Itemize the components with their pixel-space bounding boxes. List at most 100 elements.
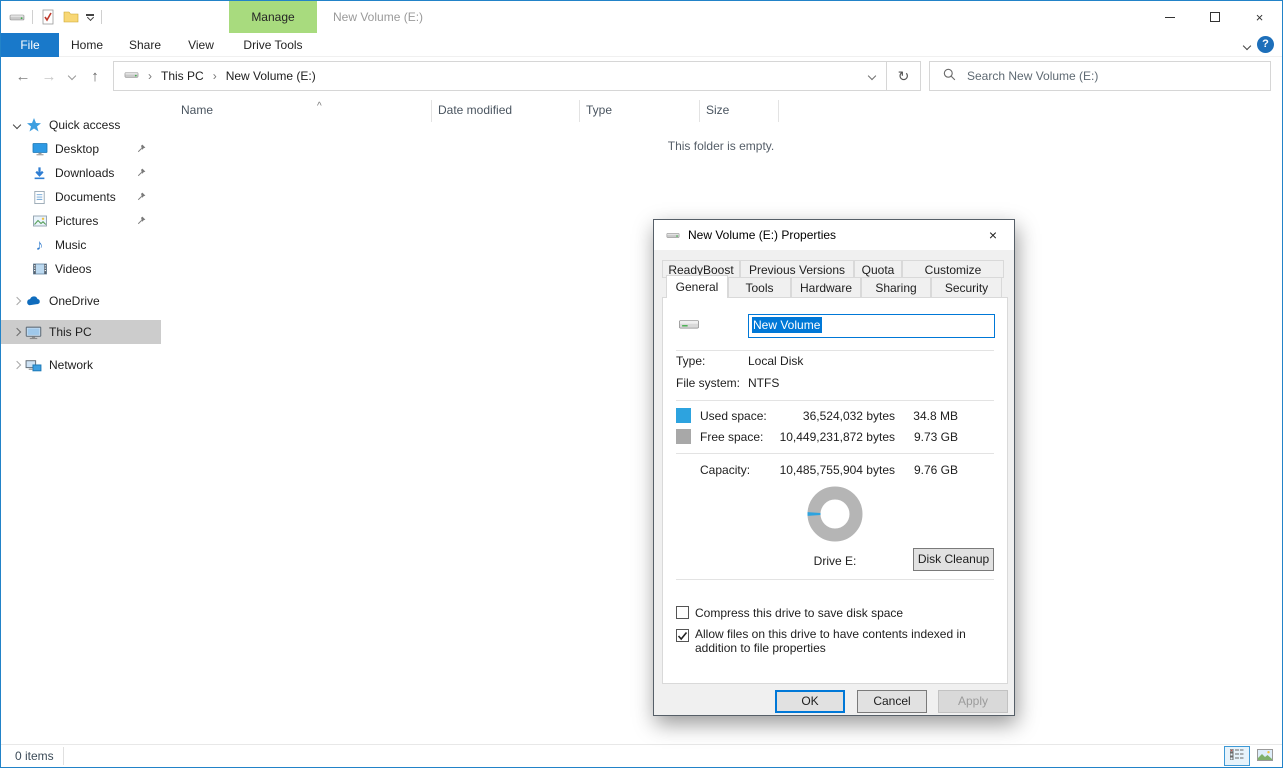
dialog-tab-customize[interactable]: Customize (902, 260, 1004, 278)
tab-home[interactable]: Home (59, 33, 115, 57)
chevron-down-icon[interactable] (9, 122, 25, 128)
expand-ribbon-chevron-icon[interactable] (1244, 38, 1250, 52)
close-button[interactable]: × (1237, 1, 1282, 33)
separator (63, 747, 64, 765)
status-bar: 0 items (1, 744, 1282, 767)
search-input[interactable] (967, 69, 1270, 83)
properties-check-icon[interactable] (40, 9, 56, 25)
dialog-tab-previous-versions[interactable]: Previous Versions (740, 260, 854, 278)
column-label: Type (586, 103, 612, 117)
quick-access-toolbar (9, 1, 102, 33)
sidebar-item-label: OneDrive (49, 294, 100, 308)
column-header-type[interactable]: Type (586, 103, 612, 117)
pin-icon (136, 190, 148, 205)
new-folder-icon[interactable] (63, 9, 79, 25)
divider (676, 453, 994, 454)
film-icon (31, 261, 48, 278)
dialog-tab-quota[interactable]: Quota (854, 260, 902, 278)
tab-file[interactable]: File (1, 33, 59, 57)
maximize-icon (1210, 12, 1220, 22)
breadcrumb-item-this-pc[interactable]: This PC (161, 69, 204, 83)
index-contents-checkbox[interactable] (676, 629, 689, 642)
dialog-tab-tools[interactable]: Tools (728, 277, 791, 297)
sidebar-item-music[interactable]: ♪ Music (1, 233, 161, 257)
tab-drive-tools[interactable]: Drive Tools (229, 33, 317, 57)
tab-share[interactable]: Share (117, 33, 173, 57)
column-label: Size (706, 103, 729, 117)
breadcrumb-separator: › (213, 69, 217, 83)
used-space-bytes: 36,524,032 bytes (735, 409, 895, 423)
column-header-name[interactable]: ^ Name (181, 103, 213, 117)
search-box (929, 61, 1271, 91)
capacity-size: 9.76 GB (892, 463, 958, 477)
column-separator[interactable] (699, 100, 700, 122)
titlebar: Manage New Volume (E:) × (1, 1, 1282, 33)
details-view-button[interactable] (1224, 746, 1250, 766)
column-separator[interactable] (579, 100, 580, 122)
separator (32, 10, 33, 24)
dialog-tab-hardware[interactable]: Hardware (791, 277, 861, 297)
volume-label-selected-text: New Volume (752, 317, 822, 333)
file-system-value: NTFS (748, 376, 779, 390)
ribbon-tab-row: File Home Share View Drive Tools ? (1, 33, 1282, 57)
refresh-button[interactable]: ↻ (886, 62, 920, 90)
sidebar-item-label: Desktop (55, 142, 99, 156)
navigation-bar: ← → ↑ › This PC › New Volume (E:) ↻ (1, 57, 1282, 95)
sidebar-item-label: This PC (49, 325, 92, 339)
file-system-label: File system: (676, 376, 740, 390)
drive-icon (124, 67, 139, 85)
customize-toolbar-chevron-icon[interactable] (86, 14, 94, 20)
breadcrumb-item-new-volume[interactable]: New Volume (E:) (226, 69, 316, 83)
address-bar[interactable]: › This PC › New Volume (E:) ↻ (113, 61, 921, 91)
address-dropdown-chevron-icon[interactable] (858, 62, 886, 90)
sidebar-item-downloads[interactable]: Downloads (1, 161, 161, 185)
free-space-swatch (676, 429, 691, 444)
divider (676, 350, 994, 351)
sidebar-item-label: Quick access (49, 118, 120, 132)
apply-button: Apply (938, 690, 1008, 713)
breadcrumb: › This PC › New Volume (E:) (114, 67, 858, 85)
quick-access-star-icon (25, 117, 42, 134)
minimize-button[interactable] (1147, 1, 1192, 33)
cancel-button[interactable]: Cancel (857, 690, 927, 713)
sidebar-item-videos[interactable]: Videos (1, 257, 161, 281)
back-button[interactable]: ← (11, 57, 35, 95)
sidebar-item-quick-access[interactable]: Quick access (1, 113, 161, 137)
column-header-date-modified[interactable]: Date modified (438, 103, 512, 117)
dialog-tab-sharing[interactable]: Sharing (861, 277, 931, 297)
column-separator[interactable] (431, 100, 432, 122)
thumbnail-view-button[interactable] (1252, 746, 1278, 766)
free-space-size: 9.73 GB (892, 430, 958, 444)
disk-cleanup-button[interactable]: Disk Cleanup (913, 548, 994, 571)
sidebar-item-label: Documents (55, 190, 116, 204)
chevron-right-icon[interactable] (9, 329, 25, 335)
help-icon[interactable]: ? (1257, 36, 1274, 53)
chevron-right-icon[interactable] (9, 298, 25, 304)
dialog-tab-security[interactable]: Security (931, 277, 1002, 297)
maximize-button[interactable] (1192, 1, 1237, 33)
used-space-swatch (676, 408, 691, 423)
dialog-close-button[interactable]: × (972, 220, 1014, 249)
compress-checkbox[interactable] (676, 606, 689, 619)
sidebar-item-label: Music (55, 238, 86, 252)
pictures-icon (31, 213, 48, 230)
ok-button[interactable]: OK (775, 690, 845, 713)
tab-view[interactable]: View (173, 33, 229, 57)
recent-locations-chevron-icon[interactable] (63, 57, 81, 95)
column-separator[interactable] (778, 100, 779, 122)
computer-icon (25, 324, 42, 341)
sidebar-item-desktop[interactable]: Desktop (1, 137, 161, 161)
sidebar-item-pictures[interactable]: Pictures (1, 209, 161, 233)
contextual-group-manage[interactable]: Manage (229, 1, 317, 33)
sidebar-item-network[interactable]: Network (1, 353, 161, 377)
sidebar-item-this-pc[interactable]: This PC (1, 320, 161, 344)
sidebar-item-documents[interactable]: Documents (1, 185, 161, 209)
sidebar-item-onedrive[interactable]: OneDrive (1, 289, 161, 313)
volume-label-input[interactable]: New Volume (748, 314, 995, 338)
dialog-tab-general[interactable]: General (666, 275, 728, 298)
up-button[interactable]: ↑ (83, 57, 107, 95)
onedrive-cloud-icon (25, 293, 42, 310)
forward-button[interactable]: → (37, 57, 61, 95)
chevron-right-icon[interactable] (9, 362, 25, 368)
column-header-size[interactable]: Size (706, 103, 729, 117)
